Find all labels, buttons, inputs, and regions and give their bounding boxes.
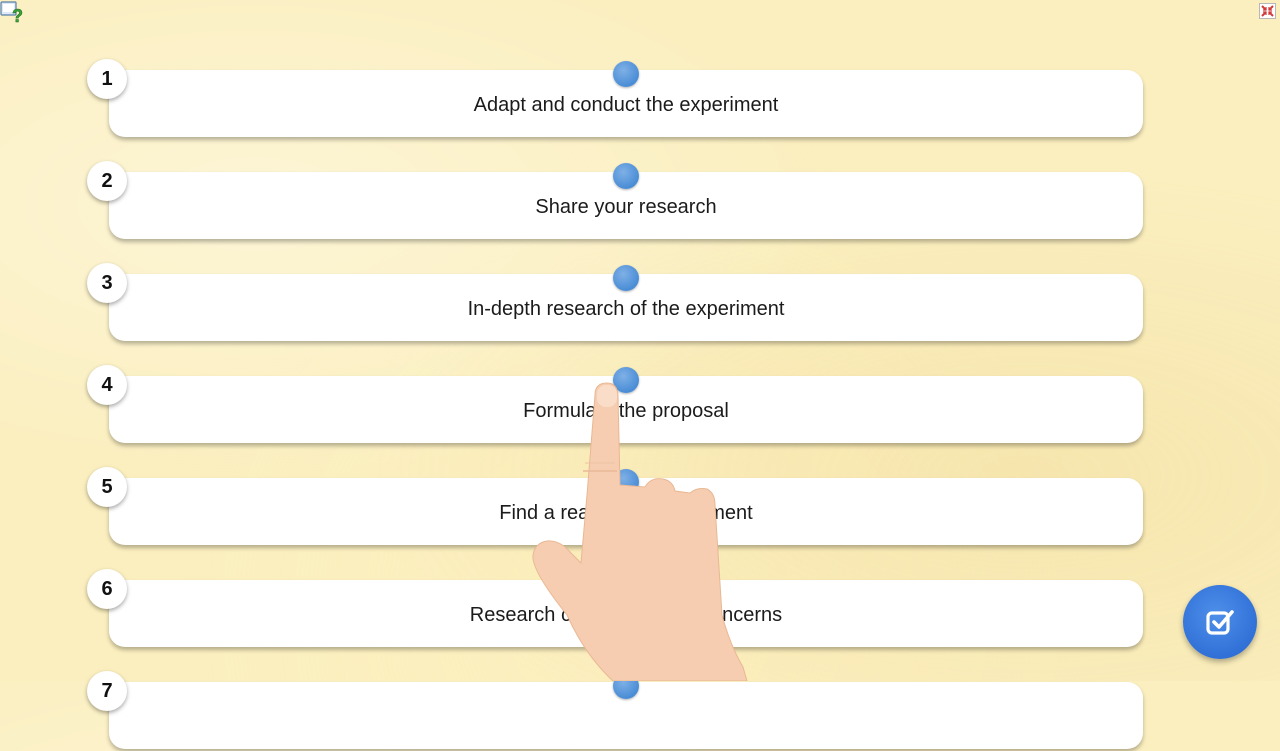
item-number-badge: 2 (87, 161, 127, 201)
drag-handle-dot[interactable] (613, 367, 639, 393)
list-item[interactable]: Research cost and safety concerns 6 (86, 569, 1144, 649)
list-item[interactable]: Formulate the proposal 4 (86, 365, 1144, 445)
list-item[interactable]: Share your research 2 (86, 161, 1144, 241)
list-item[interactable]: Adapt and conduct the experiment 1 (86, 59, 1144, 139)
list-item[interactable]: 7 (86, 671, 1144, 751)
item-label: Adapt and conduct the experiment (473, 94, 779, 116)
item-label: Share your research (535, 196, 717, 218)
drag-handle-dot[interactable] (613, 571, 639, 597)
item-number-badge: 4 (87, 365, 127, 405)
item-label: Research cost and safety concerns (469, 604, 783, 626)
drag-handle-dot[interactable] (613, 265, 639, 291)
item-number-badge: 6 (87, 569, 127, 609)
item-number-badge: 1 (87, 59, 127, 99)
drag-handle-dot[interactable] (613, 61, 639, 87)
checkbox-checked-icon (1206, 610, 1234, 635)
sortable-list: Adapt and conduct the experiment 1 Share… (0, 0, 1280, 749)
list-item[interactable]: In-depth research of the experiment 3 (86, 263, 1144, 343)
list-item[interactable]: Find a reachable experiment 5 (86, 467, 1144, 547)
item-number-badge: 7 (87, 671, 127, 711)
item-label: Formulate the proposal (523, 400, 729, 422)
drag-handle-dot[interactable] (613, 469, 639, 495)
item-number-badge: 5 (87, 467, 127, 507)
item-number-badge: 3 (87, 263, 127, 303)
item-label: In-depth research of the experiment (467, 298, 785, 320)
check-answer-button[interactable] (1183, 585, 1257, 659)
item-label: Find a reachable experiment (499, 502, 753, 524)
drag-handle-dot[interactable] (613, 163, 639, 189)
drag-handle-dot[interactable] (613, 673, 639, 699)
